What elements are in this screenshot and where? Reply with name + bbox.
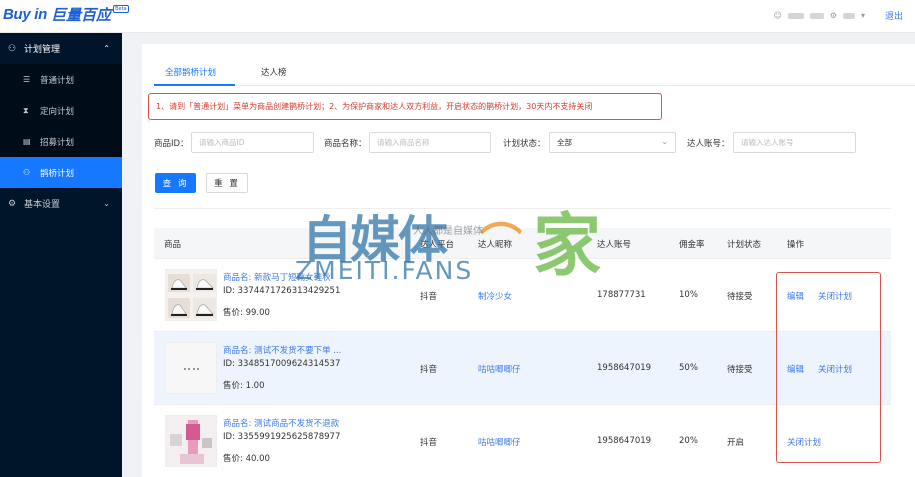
column-header-nickname: 达人昵称 bbox=[478, 240, 513, 250]
gear-icon: ⚙ bbox=[8, 198, 17, 209]
sidebar-item-recruit-plan[interactable]: ▤ 招募计划 bbox=[0, 126, 122, 157]
product-id: ID: 3355991925625878977 bbox=[223, 432, 341, 442]
account-cell: 1958647019 bbox=[597, 363, 652, 373]
chevron-up-icon: ⌃ bbox=[103, 44, 110, 53]
commission-cell: 10% bbox=[679, 290, 698, 300]
account-cell: 178877731 bbox=[597, 290, 646, 300]
product-name-link[interactable]: 商品名: 测试不发货不要下单 ... bbox=[223, 344, 341, 356]
status-cell: 待接受 bbox=[727, 365, 753, 375]
app-logo[interactable]: Buy in 巨量百应 Beta bbox=[3, 4, 129, 24]
user-area: ☺ ⚙ ▾ 退出 bbox=[773, 9, 903, 22]
product-name-link[interactable]: 商品名: 新款马丁短靴女鞋秋 bbox=[223, 271, 331, 283]
tab-influencer-ranking[interactable]: 达人榜 bbox=[261, 66, 287, 78]
sidebar-item-label: 鹊桥计划 bbox=[40, 168, 75, 179]
document-icon: ▤ bbox=[23, 137, 31, 146]
list-icon: ☰ bbox=[23, 75, 31, 84]
column-header-actions: 操作 bbox=[787, 240, 805, 250]
product-thumbnail bbox=[165, 342, 217, 394]
tab-all-bridge-plans[interactable]: 全部鹊桥计划 bbox=[165, 66, 216, 78]
chevron-down-icon[interactable]: ▾ bbox=[861, 11, 865, 20]
product-thumbnail bbox=[165, 269, 217, 321]
chevron-down-icon: ⌄ bbox=[661, 137, 668, 146]
platform-cell: 抖音 bbox=[420, 292, 438, 302]
product-price: 售价: 99.00 bbox=[223, 308, 270, 318]
commission-cell: 50% bbox=[679, 363, 698, 373]
user-name-redacted bbox=[787, 12, 804, 19]
product-thumbnail bbox=[165, 415, 217, 467]
query-button[interactable]: 查 询 bbox=[155, 173, 196, 193]
plan-status-label: 计划状态： bbox=[503, 139, 546, 149]
plan-status-value: 全部 bbox=[557, 138, 572, 147]
product-id: ID: 3374471726313429251 bbox=[223, 286, 341, 296]
top-header: Buy in 巨量百应 Beta ☺ ⚙ ▾ 退出 bbox=[0, 0, 915, 33]
influencer-account-label: 达人账号： bbox=[687, 139, 730, 149]
notice-text: 1、请到「普通计划」菜单为商品创建鹊桥计划；2、为保护商家和达人双方利益，开启状… bbox=[156, 102, 593, 111]
logout-link[interactable]: 退出 bbox=[885, 9, 903, 22]
column-header-status: 计划状态 bbox=[727, 240, 762, 250]
tab-active-indicator bbox=[154, 84, 235, 86]
reset-button[interactable]: 重 置 bbox=[206, 173, 248, 193]
tab-bar: 全部鹊桥计划 达人榜 bbox=[154, 60, 915, 86]
menu-group-label: 计划管理 bbox=[24, 45, 61, 55]
table-header: 商品 达人平台 达人昵称 达人账号 佣金率 计划状态 操作 bbox=[154, 228, 891, 259]
sidebar-item-label: 普通计划 bbox=[40, 75, 75, 86]
sidebar: ⚇ 计划管理 ⌃ ☰ 普通计划 ⧗ 定向计划 ▤ 招募计划 ⚇ 鹊桥计划 ⚙ 基… bbox=[0, 33, 122, 477]
menu-group-plan-management[interactable]: ⚇ 计划管理 ⌃ bbox=[0, 33, 122, 64]
product-price: 售价: 1.00 bbox=[223, 381, 265, 391]
column-header-platform: 达人平台 bbox=[420, 240, 455, 250]
menu-group-label: 基本设置 bbox=[24, 200, 61, 210]
product-price: 售价: 40.00 bbox=[223, 454, 270, 464]
sidebar-item-label: 招募计划 bbox=[40, 137, 75, 148]
nickname-link[interactable]: 咕咕唧唧仔 bbox=[478, 363, 521, 375]
hourglass-icon: ⧗ bbox=[23, 105, 29, 115]
product-name-link[interactable]: 商品名: 测试商品不发货不退款 bbox=[223, 417, 339, 429]
logo-english: Buy in bbox=[3, 5, 48, 23]
column-header-account: 达人账号 bbox=[597, 240, 632, 250]
settings-icon[interactable]: ⚙ bbox=[830, 11, 837, 20]
product-name-input[interactable]: 请输入商品名称 bbox=[369, 132, 491, 153]
logo-chinese: 巨量百应 bbox=[51, 6, 112, 24]
product-id: ID: 3348517009624314537 bbox=[223, 359, 341, 369]
column-header-product: 商品 bbox=[164, 240, 182, 250]
sidebar-item-bridge-plan[interactable]: ⚇ 鹊桥计划 bbox=[0, 157, 122, 188]
column-header-commission: 佣金率 bbox=[679, 240, 705, 250]
platform-cell: 抖音 bbox=[420, 438, 438, 448]
commission-cell: 20% bbox=[679, 436, 698, 446]
menu-group-basic-settings[interactable]: ⚙ 基本设置 ⌄ bbox=[0, 188, 122, 219]
chevron-down-icon: ⌄ bbox=[103, 199, 110, 208]
nickname-link[interactable]: 咕咕唧唧仔 bbox=[478, 436, 521, 448]
people-icon: ⚇ bbox=[8, 43, 17, 54]
plan-status-select[interactable]: 全部 ⌄ bbox=[549, 132, 676, 153]
user-icon: ☺ bbox=[773, 11, 782, 20]
sidebar-item-directed-plan[interactable]: ⧗ 定向计划 bbox=[0, 95, 122, 126]
status-cell: 开启 bbox=[727, 438, 745, 448]
people-icon: ⚇ bbox=[23, 168, 31, 177]
sidebar-item-label: 定向计划 bbox=[40, 106, 75, 117]
product-id-label: 商品ID： bbox=[154, 139, 189, 149]
influencer-account-input[interactable]: 请输入达人账号 bbox=[733, 132, 856, 153]
divider bbox=[154, 208, 891, 209]
notice-banner: 1、请到「普通计划」菜单为商品创建鹊桥计划；2、为保护商家和达人双方利益，开启状… bbox=[148, 93, 662, 120]
submenu-plans: ☰ 普通计划 ⧗ 定向计划 ▤ 招募计划 ⚇ 鹊桥计划 bbox=[0, 64, 122, 188]
platform-cell: 抖音 bbox=[420, 365, 438, 375]
filter-bar: 商品ID： 请输入商品ID 商品名称： 请输入商品名称 计划状态： 全部 ⌄ 达… bbox=[154, 132, 894, 153]
user-info-redacted bbox=[809, 12, 824, 19]
status-cell: 待接受 bbox=[727, 292, 753, 302]
product-id-input[interactable]: 请输入商品ID bbox=[191, 132, 314, 153]
account-redacted bbox=[842, 12, 855, 19]
account-cell: 1958647019 bbox=[597, 436, 652, 446]
product-name-label: 商品名称： bbox=[324, 139, 367, 149]
beta-badge: Beta bbox=[113, 5, 129, 13]
sidebar-item-normal-plan[interactable]: ☰ 普通计划 bbox=[0, 64, 122, 95]
operations-highlight-box bbox=[776, 272, 881, 463]
nickname-link[interactable]: 制冷少女 bbox=[478, 290, 512, 302]
